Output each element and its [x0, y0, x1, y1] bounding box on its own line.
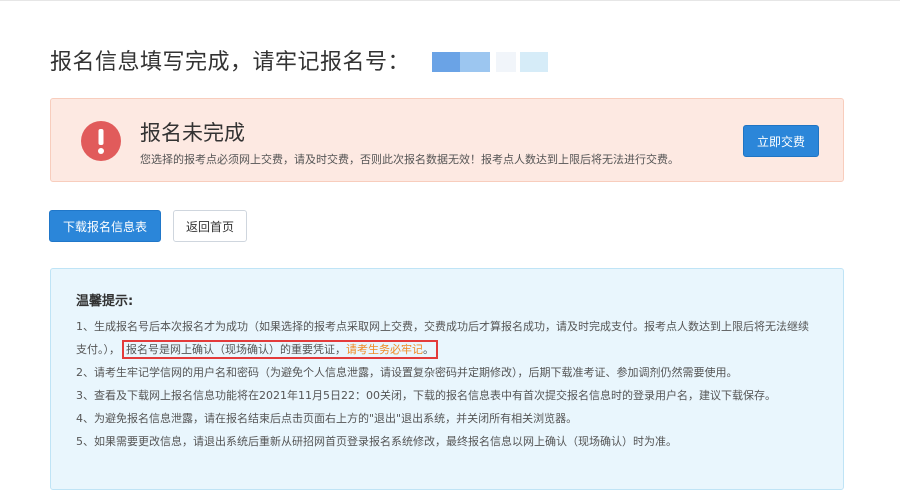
tip-item-2: 2、请考生牢记学信网的用户名和密码（为避免个人信息泄露，请设置复杂密码并定期修改… [76, 366, 738, 379]
alert-description: 您选择的报考点必须网上交费，请及时交费，否则此次报名数据无效！报考点人数达到上限… [140, 153, 679, 166]
tip-item-5: 5、如果需要更改信息，请退出系统后重新从研招网首页登录报名系统修改，最终报名信息… [76, 435, 677, 448]
page-title: 报名信息填写完成，请牢记报名号： [50, 50, 411, 75]
tips-title: 温馨提示: [76, 294, 134, 309]
registration-number-redacted [400, 52, 550, 74]
tip-item-4: 4、为避免报名信息泄露，请在报名结束后点击页面右上方的"退出"退出系统，并关闭所… [76, 412, 578, 425]
exclamation-circle-icon [81, 121, 121, 161]
tip-item-1: 1、生成报名号后本次报名才为成功（如果选择的报考点采取网上交费，交费成功后才算报… [76, 315, 816, 361]
highlight-orange-text: 请考生务必牢记 [346, 343, 423, 356]
pay-now-button[interactable]: 立即交费 [743, 125, 819, 157]
download-form-button[interactable]: 下载报名信息表 [49, 210, 161, 242]
alert-title: 报名未完成 [140, 121, 245, 145]
highlight-text: 报名号是网上确认（现场确认）的重要凭证， [126, 343, 346, 356]
highlight-end: 。 [423, 343, 434, 356]
tip-item-3: 3、查看及下载网上报名信息功能将在2021年11月5日22：00关闭，下载的报名… [76, 389, 776, 402]
back-home-button[interactable]: 返回首页 [173, 210, 247, 242]
highlighted-note: 报名号是网上确认（现场确认）的重要凭证，请考生务必牢记。 [122, 340, 438, 359]
incomplete-alert: 报名未完成 您选择的报考点必须网上交费，请及时交费，否则此次报名数据无效！报考点… [50, 98, 844, 182]
tips-list: 1、生成报名号后本次报名才为成功（如果选择的报考点采取网上交费，交费成功后才算报… [76, 315, 816, 453]
tips-panel: 温馨提示: 1、生成报名号后本次报名才为成功（如果选择的报考点采取网上交费，交费… [50, 268, 844, 490]
top-divider [0, 0, 900, 1]
